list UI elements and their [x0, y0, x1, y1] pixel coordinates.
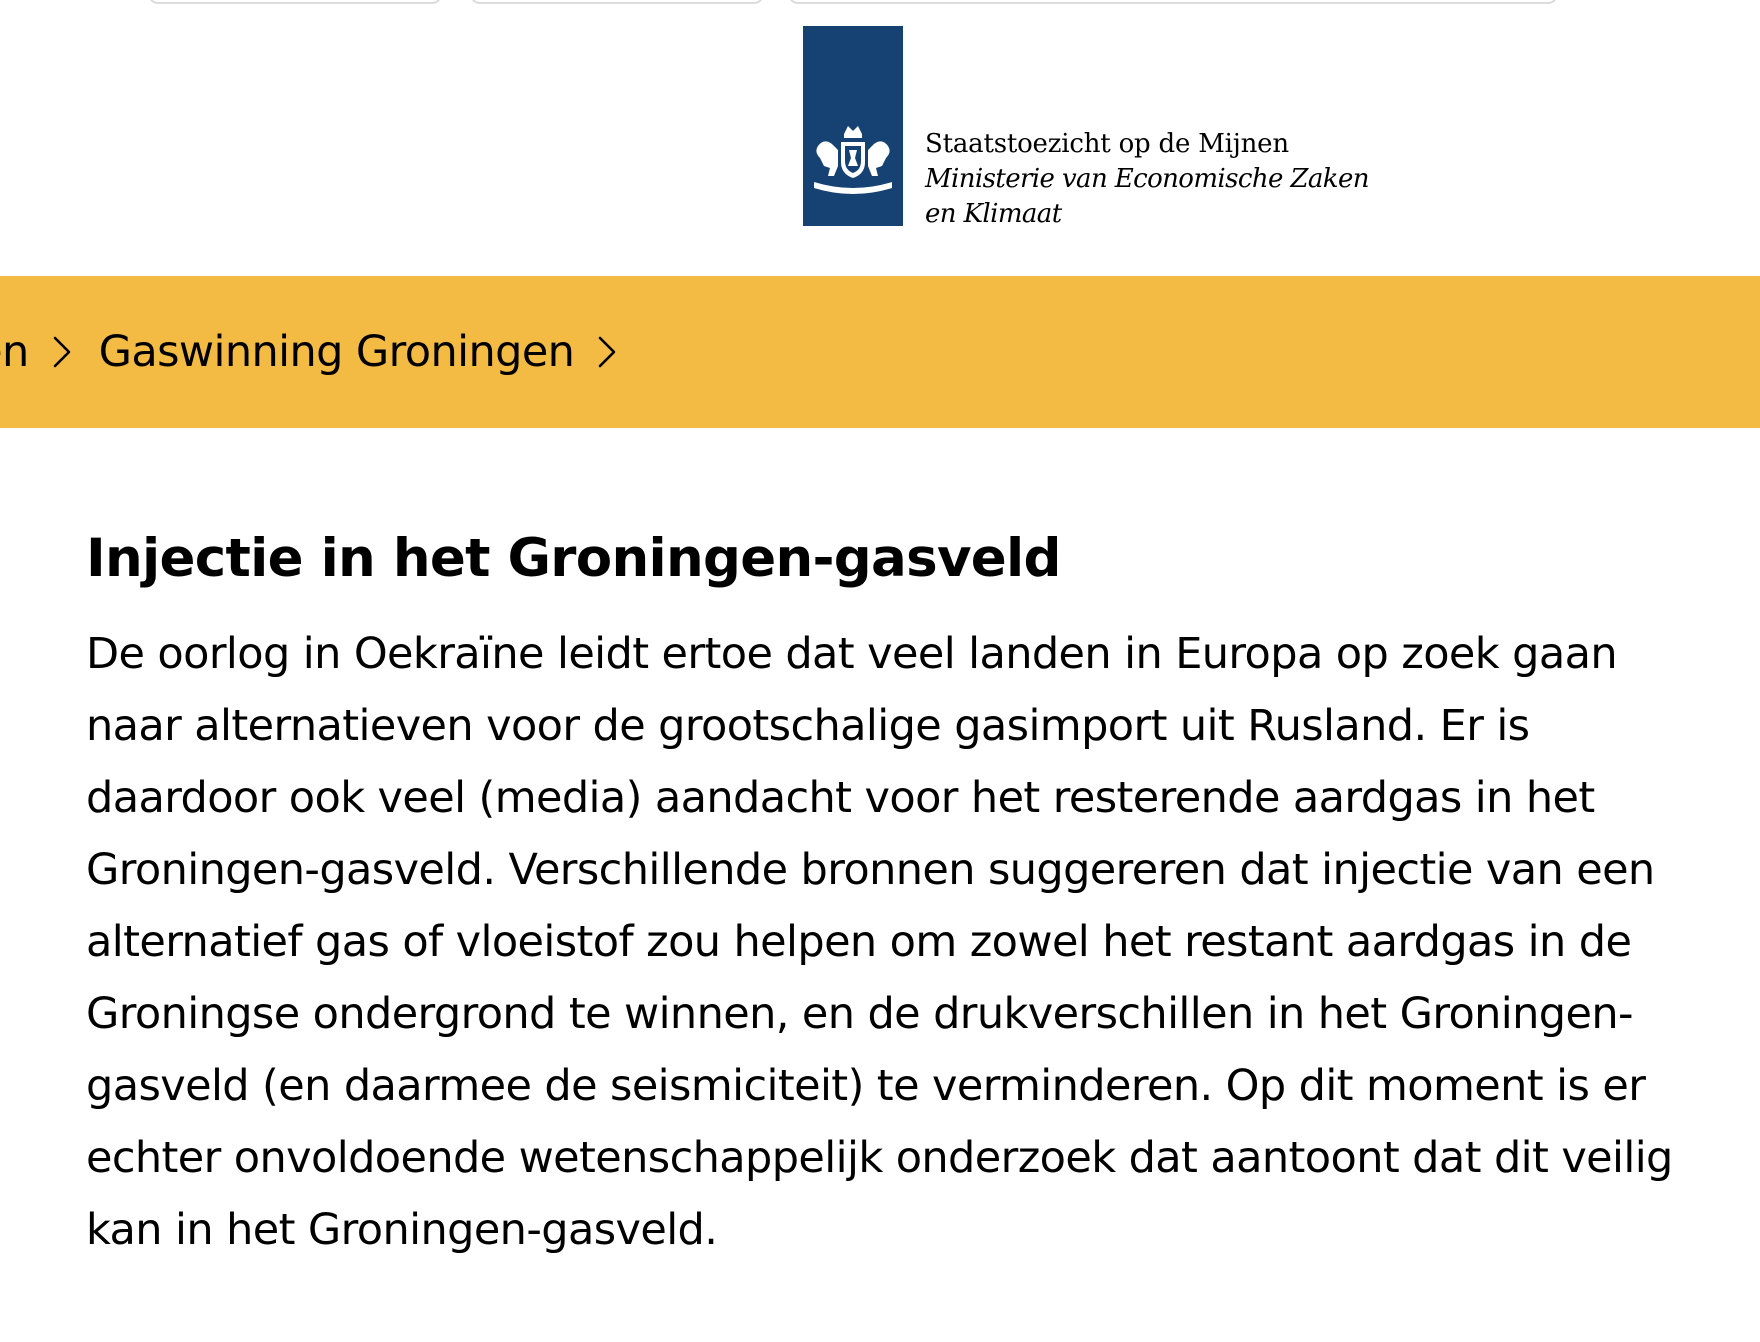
ministry-name-line-1: Ministerie van Economische Zaken [925, 164, 1369, 194]
breadcrumb: ren Gaswinning Groningen [0, 276, 1760, 428]
breadcrumb-item-previous[interactable]: ren [0, 327, 29, 377]
page: Staatstoezicht op de Mijnen Ministerie v… [0, 0, 1760, 1342]
article-paragraph: De oorlog in Oekraïne leidt ertoe dat ve… [86, 629, 1673, 1255]
top-nav-tab[interactable] [148, 0, 442, 4]
top-nav-tab[interactable] [470, 0, 764, 4]
top-search-box[interactable] [788, 0, 1558, 4]
main-content: Injectie in het Groningen-gasveld De oor… [86, 524, 1706, 1266]
logo-mark [803, 26, 903, 226]
coat-of-arms-icon [814, 126, 892, 194]
chevron-right-icon [53, 336, 70, 368]
breadcrumb-list: ren Gaswinning Groningen [0, 327, 622, 377]
logo-text: Staatstoezicht op de Mijnen Ministerie v… [925, 127, 1369, 232]
page-title: Injectie in het Groningen-gasveld [86, 528, 1061, 589]
chevron-right-icon [599, 336, 616, 368]
ministry-name-line-2: en Klimaat [925, 199, 1062, 229]
site-logo[interactable]: Staatstoezicht op de Mijnen Ministerie v… [803, 26, 1369, 232]
organization-name: Staatstoezicht op de Mijnen [925, 129, 1289, 159]
breadcrumb-item-gaswinning-groningen[interactable]: Gaswinning Groningen [99, 327, 575, 377]
